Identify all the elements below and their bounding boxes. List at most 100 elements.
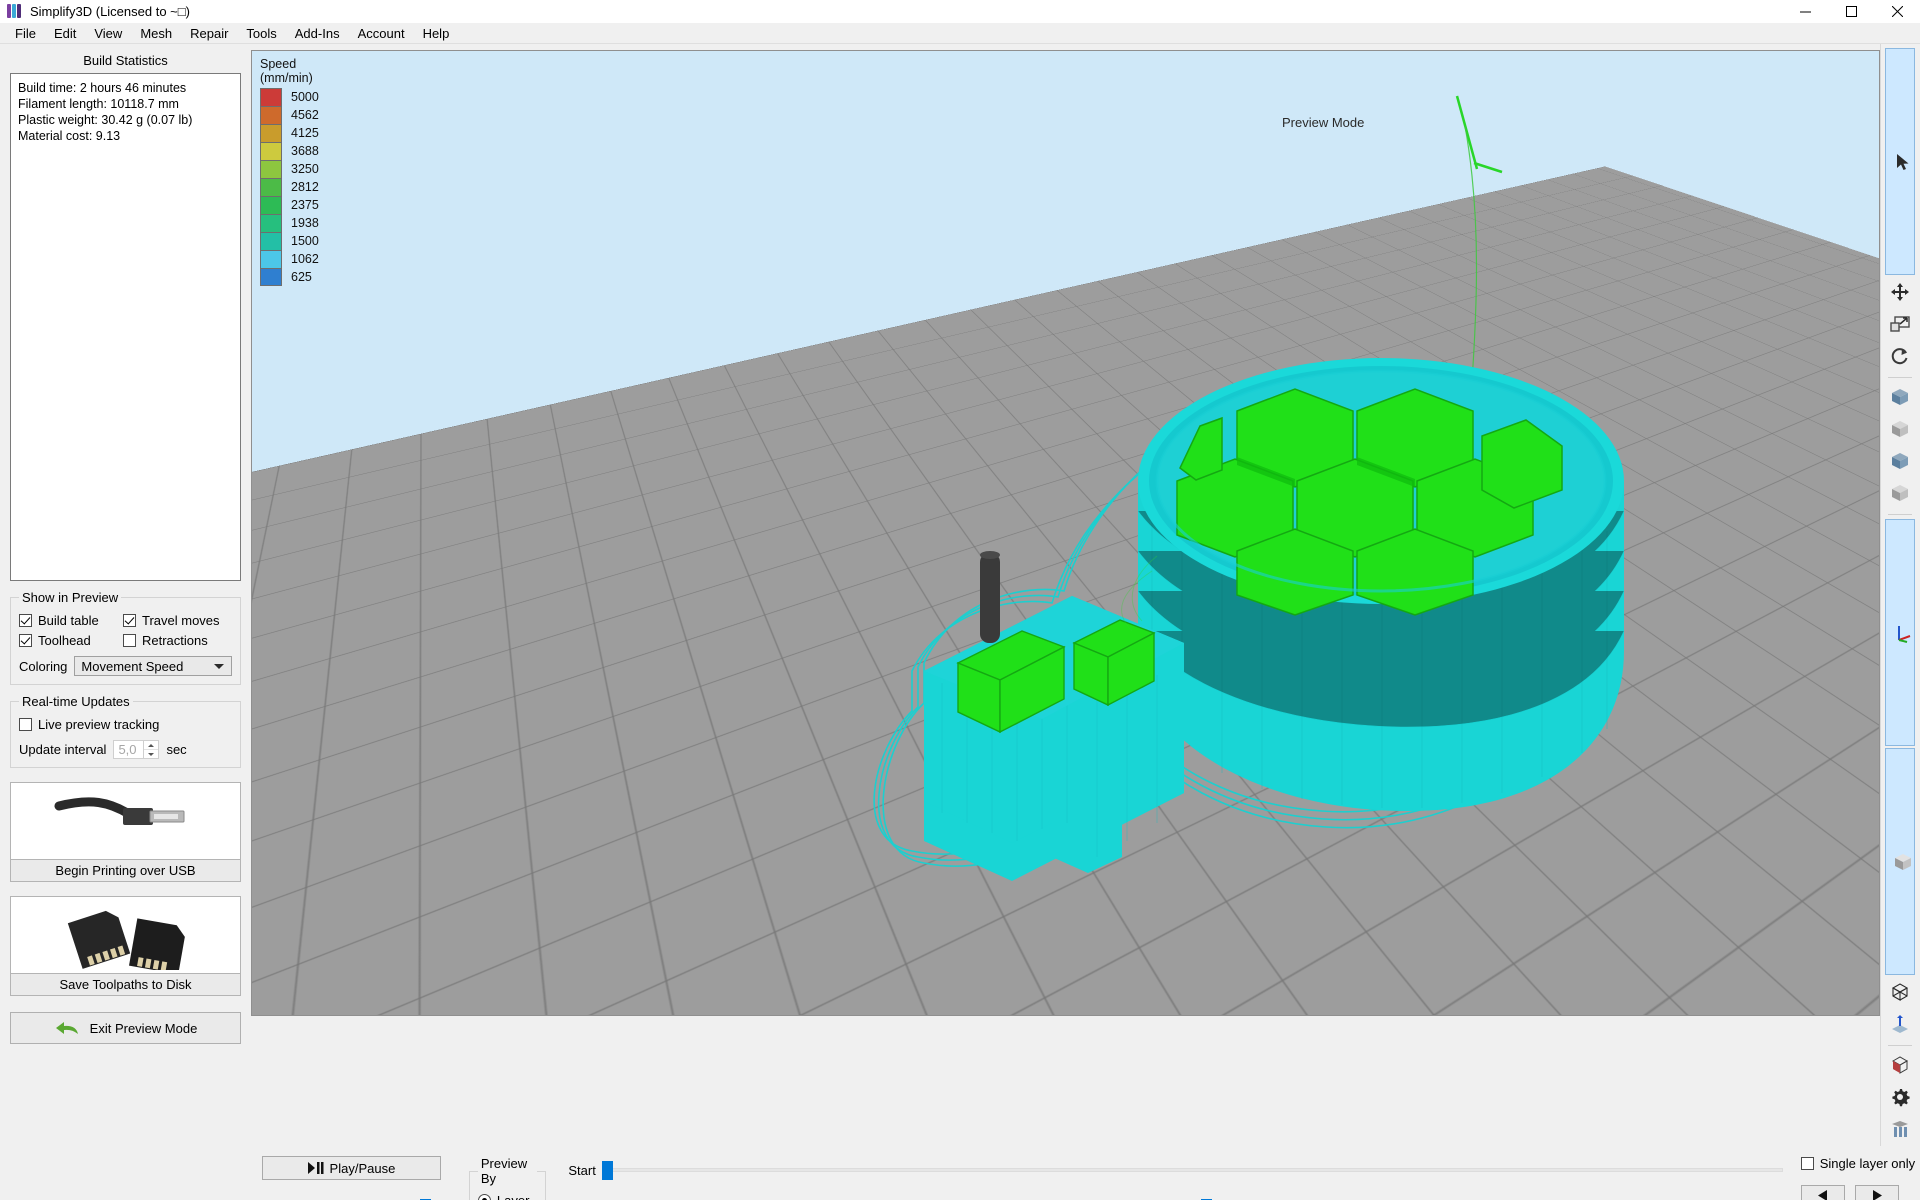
legend-value: 2812 [291, 180, 319, 194]
rotate-view-tool-icon[interactable] [1885, 341, 1915, 371]
legend-color-swatch [260, 268, 282, 286]
menu-account[interactable]: Account [349, 24, 414, 43]
minimize-button[interactable] [1782, 0, 1828, 23]
checkbox-travel-moves[interactable]: Travel moves [123, 613, 227, 628]
view-back-tool-icon[interactable] [1885, 414, 1915, 444]
show-in-preview-legend: Show in Preview [22, 590, 119, 605]
single-layer-checkbox-box[interactable] [1800, 1157, 1814, 1170]
maximize-button[interactable] [1828, 0, 1874, 23]
toolbar-separator-3 [1887, 1045, 1912, 1046]
exit-preview-mode-label: Exit Preview Mode [89, 1020, 198, 1036]
checkbox-retractions[interactable]: Retractions [123, 633, 227, 648]
checkbox-live-preview-tracking[interactable]: Live preview tracking [19, 717, 159, 732]
usb-button-label: Begin Printing over USB [11, 859, 240, 881]
menu-help[interactable]: Help [414, 24, 459, 43]
speed-legend: Speed (mm/min) 5000 4562 4125 3688 3250 2812 2… [260, 57, 346, 286]
toolhead-checkbox-box[interactable] [19, 634, 32, 647]
legend-value: 3250 [291, 162, 319, 176]
legend-title: Speed (mm/min) [260, 57, 313, 85]
show-in-preview-group: Show in Preview Build table Travel moves… [10, 590, 241, 685]
menu-mesh[interactable]: Mesh [131, 24, 181, 43]
legend-row: 1500 [260, 232, 346, 250]
3d-viewport[interactable]: Preview Mode Speed (mm/min) 5000 4562 41… [251, 50, 1880, 1016]
coloring-dropdown[interactable]: Movement Speed [74, 656, 232, 676]
legend-value: 1062 [291, 252, 319, 266]
build-table-label: Build table [38, 613, 99, 628]
update-interval-stepper[interactable]: 5,0 [113, 740, 160, 759]
build-table-checkbox-box[interactable] [19, 614, 32, 627]
save-toolpaths-to-disk-button[interactable]: Save Toolpaths to Disk [10, 896, 241, 996]
checkbox-toolhead[interactable]: Toolhead [19, 633, 123, 648]
travel-moves-checkbox-box[interactable] [123, 614, 136, 627]
legend-row: 1062 [260, 250, 346, 268]
single-layer-label: Single layer only [1819, 1156, 1916, 1171]
stepper-buttons[interactable] [143, 741, 159, 758]
legend-color-swatch [260, 214, 282, 232]
build-statistics-box: Build time: 2 hours 46 minutes Filament … [10, 73, 241, 581]
chevron-down-icon [214, 664, 224, 669]
menu-addins[interactable]: Add-Ins [286, 24, 349, 43]
legend-row: 4562 [260, 106, 346, 124]
legend-row: 4125 [260, 124, 346, 142]
realtime-updates-legend: Real-time Updates [22, 694, 130, 709]
realtime-updates-group: Real-time Updates Live preview tracking … [10, 694, 241, 768]
layer-radio-button[interactable] [477, 1194, 491, 1200]
menu-edit[interactable]: Edit [45, 24, 85, 43]
back-arrow-icon [55, 1022, 78, 1034]
cross-section-tool-icon[interactable] [1885, 1050, 1915, 1080]
layer-nav-column: Single layer only [1800, 1156, 1920, 1200]
stepper-down-icon[interactable] [144, 750, 158, 758]
next-layer-button[interactable] [1854, 1185, 1899, 1200]
travel-moves-label: Travel moves [142, 613, 220, 628]
stat-build-time: Build time: 2 hours 46 minutes [18, 81, 187, 95]
window-controls [1782, 0, 1920, 23]
view-right-tool-icon[interactable] [1885, 478, 1915, 508]
view-left-tool-icon[interactable] [1885, 446, 1915, 476]
begin-printing-over-usb-button[interactable]: Begin Printing over USB [10, 782, 241, 882]
select-arrow-tool-icon[interactable] [1884, 48, 1915, 275]
coloring-dropdown-value: Movement Speed [81, 658, 184, 674]
prev-layer-button[interactable] [1800, 1185, 1845, 1200]
settings-gear-tool-icon[interactable] [1885, 1082, 1915, 1112]
menu-bar: File Edit View Mesh Repair Tools Add-Ins… [0, 23, 1920, 44]
checkbox-single-layer-only[interactable]: Single layer only [1800, 1156, 1920, 1171]
view-front-tool-icon[interactable] [1885, 382, 1915, 412]
legend-row: 2812 [260, 178, 346, 196]
legend-value: 2375 [291, 198, 319, 212]
exit-preview-mode-button[interactable]: Exit Preview Mode [10, 1012, 241, 1044]
legend-value: 1500 [291, 234, 319, 248]
menu-tools[interactable]: Tools [237, 24, 285, 43]
normals-tool-icon[interactable] [1885, 1009, 1915, 1039]
menu-view[interactable]: View [85, 24, 131, 43]
start-slider-thumb[interactable] [602, 1161, 614, 1180]
view-iso-tool-icon[interactable] [1884, 748, 1915, 975]
start-slider-track[interactable] [602, 1161, 1783, 1180]
update-interval-label: Update interval [19, 742, 107, 757]
legend-color-swatch [260, 196, 282, 214]
menu-file[interactable]: File [6, 24, 45, 43]
menu-repair[interactable]: Repair [181, 24, 237, 43]
simplify3d-logo-icon [7, 4, 23, 18]
retractions-checkbox-box[interactable] [123, 634, 136, 647]
close-button[interactable] [1874, 0, 1920, 23]
zoom-region-tool-icon[interactable] [1885, 309, 1915, 339]
stat-filament-length: Filament length: 10118.7 mm [18, 97, 179, 111]
stepper-up-icon[interactable] [144, 741, 159, 750]
legend-row: 625 [260, 268, 346, 286]
legend-color-swatch [260, 88, 282, 106]
checkbox-build-table[interactable]: Build table [19, 613, 123, 628]
pan-move-tool-icon[interactable] [1885, 277, 1915, 307]
live-preview-checkbox-box[interactable] [19, 718, 32, 731]
update-interval-value: 5,0 [118, 742, 137, 757]
axes-origin-tool-icon[interactable] [1884, 519, 1915, 746]
start-label: Start [568, 1162, 596, 1178]
sd-card-image [11, 897, 240, 973]
radio-layer[interactable]: Layer [477, 1193, 538, 1200]
window-title: Simplify3D (Licensed to ~□) [30, 3, 190, 19]
wireframe-tool-icon[interactable] [1885, 977, 1915, 1007]
left-panel: Build Statistics Build time: 2 hours 46 … [0, 44, 249, 1146]
end-slider-row: End [568, 1194, 1782, 1200]
play-pause-button[interactable]: Play/Pause [262, 1156, 441, 1180]
supports-tool-icon[interactable] [1885, 1114, 1915, 1144]
legend-row: 3688 [260, 142, 346, 160]
